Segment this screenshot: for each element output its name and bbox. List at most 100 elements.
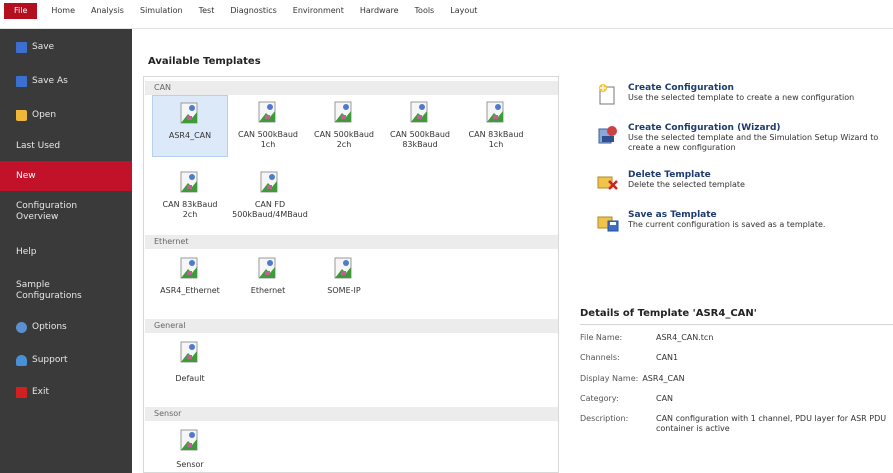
template-icon	[410, 101, 428, 123]
action-title: Create Configuration	[628, 83, 734, 93]
template-can-83kbaud-2ch[interactable]: CAN 83kBaud 2ch	[152, 165, 228, 223]
template-some-ip[interactable]: SOME-IP	[306, 251, 382, 309]
template-icon	[486, 101, 504, 123]
tab-layout[interactable]: Layout	[442, 3, 485, 19]
action-description: The current configuration is saved as a …	[628, 220, 826, 229]
group-header-can: CAN	[145, 81, 558, 95]
ribbon-tab-bar: File Home Analysis Simulation Test Diagn…	[0, 0, 893, 29]
sidebar-item-label: Help	[16, 247, 37, 257]
save-as-template-action[interactable]: Save as Template The current configurati…	[596, 210, 890, 234]
action-description: Use the selected template to create a ne…	[628, 93, 855, 102]
template-label: Sensor	[176, 460, 204, 469]
sidebar-item-label: Save As	[32, 76, 68, 86]
detail-label: Description:	[580, 414, 629, 423]
template-icon	[334, 257, 352, 279]
template-can-500kbaud-2ch[interactable]: CAN 500kBaud 2ch	[306, 95, 382, 157]
template-label: CAN 500kBaud 2ch	[313, 130, 375, 149]
tab-hardware[interactable]: Hardware	[352, 3, 407, 19]
backstage-sidebar: Save Save As Open Last Used New Configur…	[0, 29, 132, 473]
detail-label: File Name:	[580, 333, 623, 342]
template-icon	[334, 101, 352, 123]
template-label: ASR4_CAN	[168, 131, 212, 140]
tab-analysis[interactable]: Analysis	[83, 3, 132, 19]
template-default[interactable]: Default	[152, 335, 228, 399]
template-label: CAN FD 500kBaud/4MBaud	[232, 200, 308, 219]
action-title: Create Configuration (Wizard)	[628, 123, 781, 133]
detail-value: CAN	[656, 394, 674, 403]
sidebar-item-last-used[interactable]: Last Used	[0, 134, 132, 158]
template-label: ASR4_Ethernet	[160, 286, 220, 295]
template-can-500kbaud-83kbaud[interactable]: CAN 500kBaud 83kBaud	[382, 95, 458, 157]
template-ethernet[interactable]: Ethernet	[230, 251, 306, 309]
detail-label: Channels:	[580, 353, 620, 362]
wizard-icon	[598, 126, 617, 144]
create-configuration-action[interactable]: Create Configuration Use the selected te…	[596, 83, 890, 107]
detail-description: Description: CAN configuration with 1 cha…	[580, 414, 888, 434]
tab-simulation[interactable]: Simulation	[132, 3, 191, 19]
group-header-general: General	[145, 319, 558, 333]
detail-label: Display Name:	[580, 374, 639, 383]
sidebar-item-save-as[interactable]: Save As	[0, 69, 132, 93]
detail-value: CAN configuration with 1 channel, PDU la…	[656, 414, 887, 433]
template-icon	[180, 102, 198, 124]
save-as-icon	[16, 75, 27, 87]
detail-value: CAN1	[656, 353, 679, 362]
template-label: Default	[175, 374, 205, 383]
template-sensor[interactable]: Sensor	[152, 423, 228, 472]
template-icon	[260, 171, 278, 193]
create-configuration-icon	[599, 84, 615, 105]
available-templates-title: Available Templates	[148, 56, 261, 67]
sidebar-item-sample-configurations[interactable]: Sample Configurations	[0, 276, 132, 306]
detail-file-name: File Name: ASR4_CAN.tcn	[580, 333, 713, 343]
template-asr4-can[interactable]: ASR4_CAN	[152, 95, 228, 157]
tab-test[interactable]: Test	[191, 3, 223, 19]
sidebar-item-label: Options	[32, 322, 67, 332]
action-description: Delete the selected template	[628, 180, 745, 189]
action-title: Delete Template	[628, 170, 711, 180]
sidebar-item-exit[interactable]: Exit	[0, 380, 132, 404]
sidebar-item-help[interactable]: Help	[0, 240, 132, 264]
folder-icon	[16, 109, 27, 121]
sidebar-item-label: Sample Configurations	[16, 280, 82, 301]
template-icon	[258, 101, 276, 123]
template-label: CAN 83kBaud 1ch	[468, 130, 524, 149]
template-icon	[180, 429, 198, 451]
template-can-83kbaud-1ch[interactable]: CAN 83kBaud 1ch	[458, 95, 534, 157]
exit-icon	[16, 386, 27, 398]
delete-template-action[interactable]: Delete Template Delete the selected temp…	[596, 170, 890, 194]
save-template-icon	[597, 216, 619, 232]
sidebar-item-open[interactable]: Open	[0, 103, 132, 127]
support-icon	[16, 354, 27, 366]
template-icon	[180, 257, 198, 279]
sidebar-item-save[interactable]: Save	[0, 35, 132, 59]
group-header-ethernet: Ethernet	[145, 235, 558, 249]
sidebar-item-options[interactable]: Options	[0, 315, 132, 339]
template-label: CAN 500kBaud 1ch	[237, 130, 299, 149]
group-header-sensor: Sensor	[145, 407, 558, 421]
sidebar-item-configuration-overview[interactable]: Configuration Overview	[0, 197, 132, 227]
create-configuration-wizard-action[interactable]: Create Configuration (Wizard) Use the se…	[596, 123, 890, 153]
template-icon	[180, 341, 198, 363]
template-can-500kbaud-1ch[interactable]: CAN 500kBaud 1ch	[230, 95, 306, 157]
tab-environment[interactable]: Environment	[285, 3, 352, 19]
tab-home[interactable]: Home	[43, 3, 83, 19]
sidebar-item-support[interactable]: Support	[0, 348, 132, 372]
template-icon	[258, 257, 276, 279]
action-title: Save as Template	[628, 210, 717, 220]
save-icon	[16, 41, 27, 53]
template-label: CAN 83kBaud 2ch	[162, 200, 218, 219]
sidebar-item-label: Last Used	[16, 141, 61, 151]
tab-diagnostics[interactable]: Diagnostics	[222, 3, 284, 19]
template-details-title: Details of Template 'ASR4_CAN'	[580, 308, 893, 325]
sidebar-item-new[interactable]: New	[0, 161, 132, 191]
template-icon	[180, 171, 198, 193]
tab-file[interactable]: File	[4, 3, 38, 19]
sidebar-item-label: Open	[32, 110, 57, 120]
sidebar-item-label: New	[16, 171, 36, 181]
sidebar-item-label: Exit	[32, 387, 50, 397]
tab-tools[interactable]: Tools	[407, 3, 443, 19]
template-asr4-ethernet[interactable]: ASR4_Ethernet	[152, 251, 228, 309]
template-label: SOME-IP	[327, 286, 361, 295]
detail-display-name: Display Name: ASR4_CAN	[580, 374, 685, 384]
template-can-fd-500kbaud-4mbaud[interactable]: CAN FD 500kBaud/4MBaud	[230, 165, 310, 223]
